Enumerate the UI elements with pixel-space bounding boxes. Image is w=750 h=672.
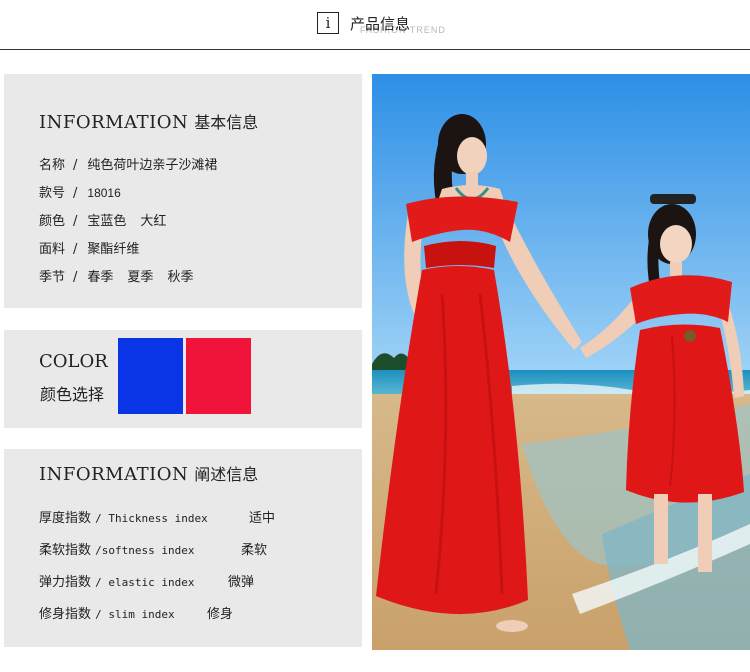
color-swatch-red[interactable] [186,338,251,414]
row-label: 款号 [39,186,66,201]
row-separator: / [73,242,78,257]
color-label-cn: 颜色选择 [40,385,105,404]
info-row-fabric: 面料 / 聚酯纤维 [39,238,139,257]
info-row-name: 名称 / 纯色荷叶边亲子沙滩裙 [39,154,217,173]
row-value: 秋季 [167,270,194,285]
row-value: 纯色荷叶边亲子沙滩裙 [87,158,218,173]
row-separator: / [73,270,78,285]
index-row-elastic: 弹力指数 / elastic index 微弹 [39,571,254,590]
section-title: 产品信息 [350,15,411,33]
index-label-cn: 厚度指数 [39,511,92,526]
index-label-en: / slim index [95,608,175,621]
index-label-cn: 修身指数 [39,607,92,622]
index-level: 适中 [249,511,276,526]
info-icon: i [317,12,339,34]
row-separator: / [73,186,78,201]
info-row-color: 颜色 / 宝蓝色 大红 [39,210,166,229]
row-value: 春季 [87,270,114,285]
row-value: 聚酯纤维 [87,242,140,257]
info-row-style-number: 款号 / 18016 [39,182,121,201]
index-panel: INFORMATION 阐述信息 厚度指数 / Thickness index 适… [4,449,362,647]
heading-cn: 阐述信息 [194,465,259,484]
heading-en: INFORMATION [39,112,189,133]
index-row-slim: 修身指数 / slim index 修身 [39,603,233,622]
index-level: 微弹 [228,575,255,590]
index-label-cn: 弹力指数 [39,575,92,590]
color-swatch-royal-blue[interactable] [118,338,183,414]
row-separator: / [73,158,78,173]
index-label-en: / Thickness index [95,512,208,525]
row-value: 夏季 [127,270,154,285]
index-row-softness: 柔软指数 /softness index 柔软 [39,539,267,558]
index-label-en: /softness index [95,544,195,557]
row-value: 18016 [87,186,121,200]
index-label-cn: 柔软指数 [39,543,92,558]
row-label: 面料 [39,242,66,257]
info-row-season: 季节 / 春季 夏季 秋季 [39,266,193,285]
header-divider [0,49,750,50]
product-photo [372,74,750,650]
index-row-thickness: 厚度指数 / Thickness index 适中 [39,507,275,526]
basic-info-heading: INFORMATION 基本信息 [39,109,258,133]
color-label-en: COLOR [39,351,108,372]
index-label-en: / elastic index [95,576,195,589]
index-heading: INFORMATION 阐述信息 [39,461,258,485]
heading-en: INFORMATION [39,464,189,485]
row-label: 季节 [39,270,66,285]
row-separator: / [73,214,78,229]
heading-cn: 基本信息 [194,113,259,132]
row-label: 颜色 [39,214,66,229]
index-level: 修身 [207,607,234,622]
row-value: 大红 [140,214,167,229]
basic-info-panel: INFORMATION 基本信息 名称 / 纯色荷叶边亲子沙滩裙 款号 / 18016 颜… [4,74,362,308]
row-value: 宝蓝色 [87,214,127,229]
row-label: 名称 [39,158,66,173]
beach-photo-illustration [372,74,750,650]
index-level: 柔软 [241,543,268,558]
color-panel: COLOR 颜色选择 [4,330,362,428]
